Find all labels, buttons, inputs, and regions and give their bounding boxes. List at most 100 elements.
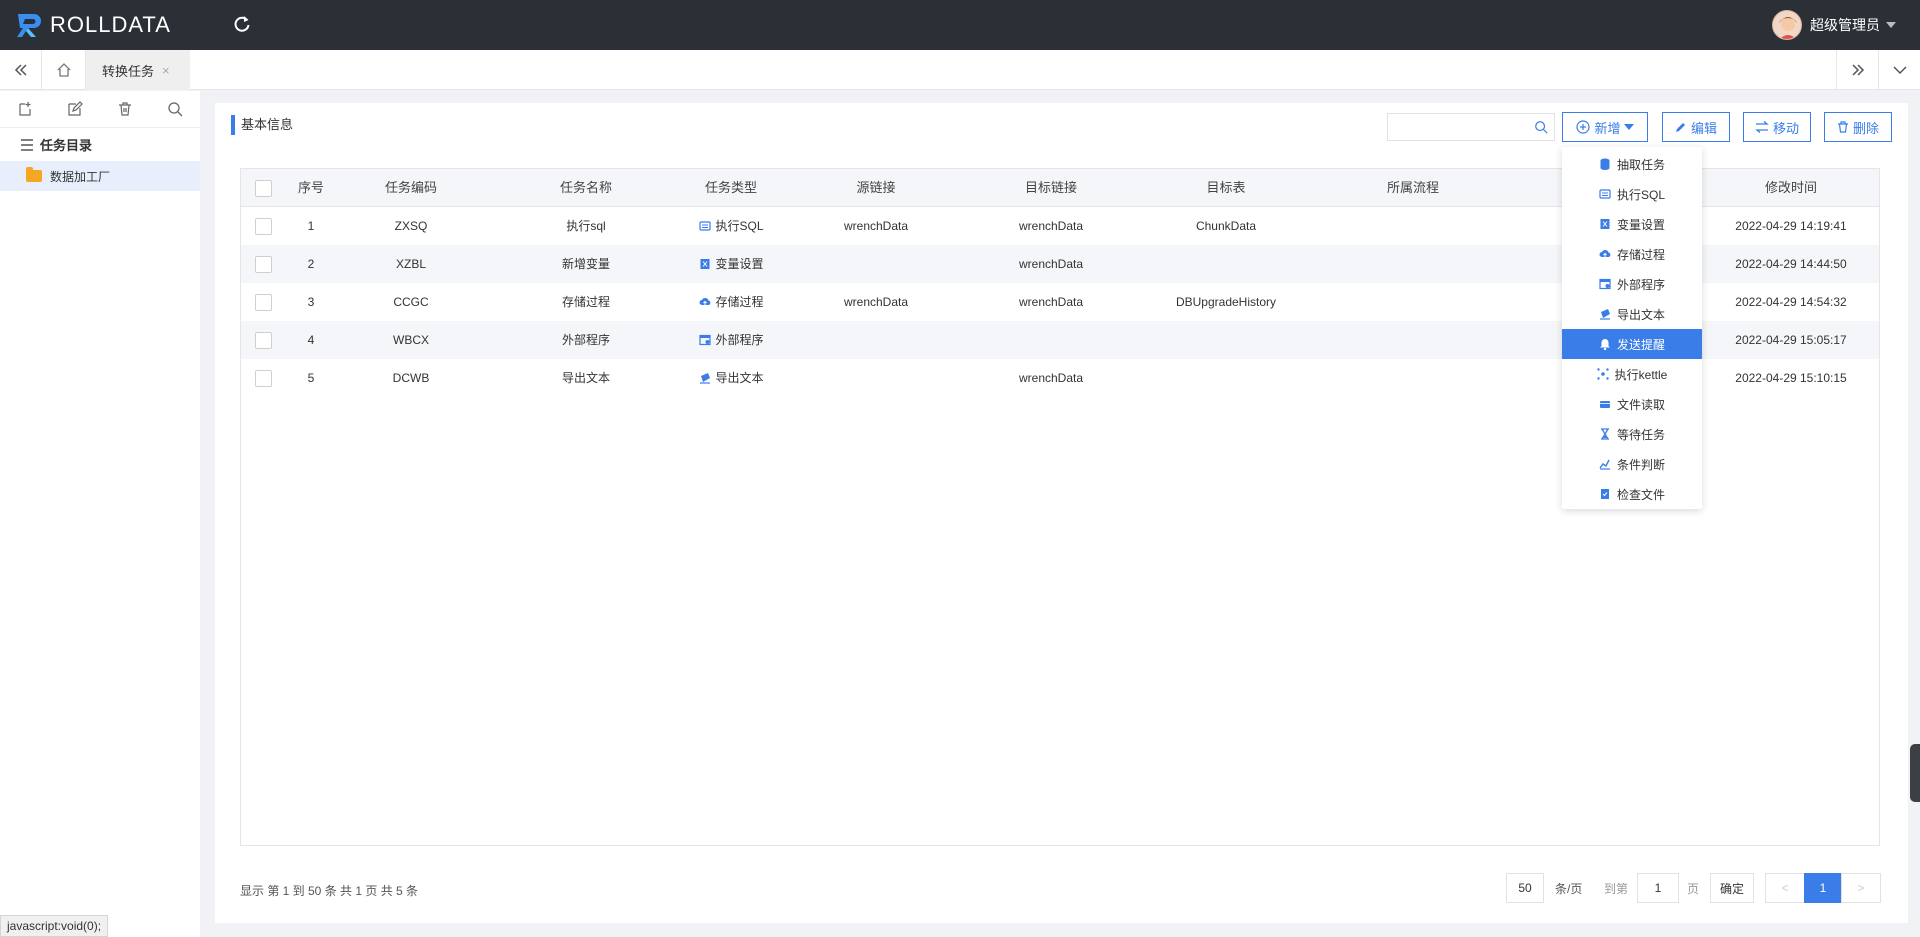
- file-read-icon: [1599, 398, 1611, 410]
- cell-no: 5: [307, 371, 315, 385]
- goto-page-input[interactable]: 1: [1637, 873, 1679, 903]
- tab-label: 转换任务: [102, 63, 155, 79]
- col-header-name[interactable]: 任务名称: [526, 169, 646, 207]
- dropdown-item[interactable]: 等待任务: [1562, 419, 1702, 449]
- col-header-time[interactable]: 修改时间: [1726, 169, 1856, 207]
- edit-node-button[interactable]: [50, 101, 100, 117]
- row-checkbox[interactable]: [255, 294, 272, 311]
- cell-code: ZXSQ: [394, 219, 428, 233]
- add-file-icon: [19, 102, 31, 116]
- col-header-type[interactable]: 任务类型: [666, 169, 796, 207]
- user-menu[interactable]: 超级管理员: [1772, 10, 1896, 40]
- dropdown-item[interactable]: 执行SQL: [1562, 179, 1702, 209]
- sql-icon: [698, 209, 711, 231]
- add-circle-icon: [1576, 120, 1591, 134]
- variable-icon: [698, 247, 711, 269]
- page-unit-label: 页: [1687, 882, 1700, 896]
- database-icon: [1599, 158, 1611, 170]
- username: 超级管理员: [1810, 17, 1880, 33]
- dropdown-item[interactable]: 导出文本: [1562, 299, 1702, 329]
- folder-icon: [26, 167, 42, 182]
- dropdown-item[interactable]: 文件读取: [1562, 389, 1702, 419]
- col-header-flow[interactable]: 所属流程: [1348, 169, 1478, 207]
- cell-name: 存储过程: [561, 295, 610, 309]
- col-header-source[interactable]: 源链接: [811, 169, 941, 207]
- row-checkbox[interactable]: [255, 218, 272, 235]
- dropdown-item[interactable]: 变量设置: [1562, 209, 1702, 239]
- tab-conversion-task[interactable]: 转换任务 ×: [86, 50, 190, 90]
- export-text-icon: [1599, 308, 1611, 320]
- bell-icon: [1599, 338, 1611, 351]
- col-header-code[interactable]: 任务编码: [351, 169, 471, 207]
- search-node-button[interactable]: [150, 101, 200, 117]
- move-button[interactable]: 移动: [1743, 112, 1811, 142]
- sidebar-item-data-factory[interactable]: 数据加工厂: [0, 161, 200, 191]
- goto-confirm-button[interactable]: 确定: [1710, 873, 1754, 903]
- double-chevron-right-icon: [1851, 64, 1864, 76]
- hourglass-icon: [1599, 428, 1611, 440]
- sidebar: 任务目录 数据加工厂: [0, 91, 200, 937]
- prev-page-button[interactable]: <: [1765, 873, 1805, 903]
- add-button[interactable]: 新增: [1562, 112, 1648, 142]
- dropdown-item[interactable]: 检查文件: [1562, 479, 1702, 509]
- cell-code: WBCX: [393, 333, 429, 347]
- check-file-icon: [1599, 488, 1611, 500]
- pagination-info: 显示 第 1 到 50 条 共 1 页 共 5 条: [240, 884, 419, 898]
- cell-time: 2022-04-29 15:10:15: [1735, 371, 1847, 385]
- logo[interactable]: ROLLDATA: [14, 10, 171, 40]
- page-1-button[interactable]: 1: [1804, 873, 1842, 903]
- cloud-upload-icon: [698, 285, 711, 305]
- trash-icon: [119, 102, 131, 116]
- select-all-checkbox[interactable]: [255, 180, 272, 197]
- dropdown-item[interactable]: 抽取任务: [1562, 149, 1702, 179]
- search-icon: [168, 102, 183, 117]
- delete-node-button[interactable]: [100, 101, 150, 117]
- edit-button[interactable]: 编辑: [1662, 112, 1730, 142]
- row-checkbox[interactable]: [255, 332, 272, 349]
- chevron-down-icon: [1886, 22, 1896, 28]
- col-header-target[interactable]: 目标链接: [986, 169, 1116, 207]
- top-bar: ROLLDATA 超级管理员: [0, 0, 1920, 50]
- collapse-menu-button[interactable]: [0, 50, 42, 90]
- cell-type: 外部程序: [666, 321, 796, 359]
- refresh-icon[interactable]: [232, 14, 252, 34]
- dropdown-item[interactable]: 执行kettle: [1562, 359, 1702, 389]
- side-widget-handle[interactable]: [1910, 744, 1920, 802]
- next-page-button[interactable]: >: [1841, 873, 1881, 903]
- cell-no: 1: [307, 219, 315, 233]
- chevron-down-icon: [1892, 66, 1907, 75]
- cell-type: 导出文本: [666, 359, 796, 397]
- tab-options-button[interactable]: [1878, 50, 1920, 90]
- per-page-label: 条/页: [1555, 882, 1583, 896]
- add-node-button[interactable]: [0, 101, 50, 117]
- menu-icon: [21, 138, 33, 151]
- dropdown-item[interactable]: 条件判断: [1562, 449, 1702, 479]
- pencil-icon: [1675, 123, 1685, 132]
- cell-time: 2022-04-29 14:54:32: [1735, 295, 1847, 309]
- dropdown-item[interactable]: 存储过程: [1562, 239, 1702, 269]
- row-checkbox[interactable]: [255, 370, 272, 387]
- home-button[interactable]: [42, 50, 86, 90]
- cell-name: 外部程序: [561, 333, 610, 347]
- cell-table: [1161, 245, 1291, 283]
- dropdown-item[interactable]: 外部程序: [1562, 269, 1702, 299]
- page-size-select[interactable]: 50: [1506, 873, 1544, 903]
- external-program-icon: [1599, 278, 1611, 290]
- delete-button[interactable]: 删除: [1824, 112, 1892, 142]
- cell-flow: [1348, 245, 1478, 283]
- sidebar-item-label: 数据加工厂: [50, 169, 111, 184]
- row-checkbox[interactable]: [255, 256, 272, 273]
- double-chevron-left-icon: [14, 64, 27, 76]
- cell-name: 执行sql: [566, 219, 606, 233]
- col-header-table[interactable]: 目标表: [1161, 169, 1291, 207]
- export-text-icon: [698, 361, 711, 384]
- cell-target: wrenchData: [1018, 371, 1084, 385]
- kettle-icon: [1596, 368, 1609, 380]
- scroll-tabs-right-button[interactable]: [1836, 50, 1878, 90]
- close-icon[interactable]: ×: [162, 63, 170, 78]
- cell-name: 导出文本: [561, 371, 610, 385]
- cell-flow: [1348, 283, 1478, 321]
- search-input[interactable]: [1387, 113, 1555, 141]
- dropdown-item[interactable]: 发送提醒: [1562, 329, 1702, 359]
- col-header-no[interactable]: 序号: [286, 169, 336, 207]
